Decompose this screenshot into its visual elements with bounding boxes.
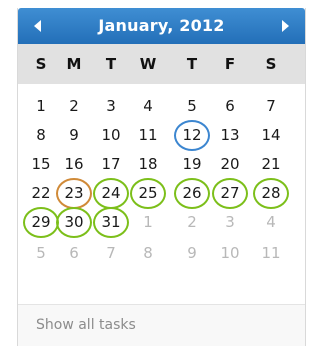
prev-month-button[interactable]	[20, 8, 56, 44]
day-cell[interactable]: 9	[56, 120, 92, 151]
day-cell[interactable]: 27	[212, 178, 248, 209]
day-cell[interactable]: 21	[253, 149, 289, 180]
month-title: January, 2012	[98, 16, 225, 35]
day-cell-other-month[interactable]: 3	[212, 207, 248, 238]
day-cell[interactable]: 22	[23, 178, 59, 209]
weekday-header: W	[139, 55, 157, 73]
day-cell[interactable]: 20	[212, 149, 248, 180]
day-cell[interactable]: 8	[23, 120, 59, 151]
weekday-header-row: SMTWTFS	[18, 44, 305, 84]
day-cell-other-month[interactable]: 11	[253, 238, 289, 269]
weekday-header: T	[105, 55, 117, 73]
day-cell[interactable]: 31	[93, 207, 129, 238]
day-cell-other-month[interactable]: 5	[23, 238, 59, 269]
day-cell[interactable]: 16	[56, 149, 92, 180]
day-cell[interactable]: 1	[23, 91, 59, 122]
day-cell[interactable]: 3	[93, 91, 129, 122]
day-cell[interactable]: 28	[253, 178, 289, 209]
day-cell-other-month[interactable]: 2	[174, 207, 210, 238]
day-grid: 1 2 3 4 5 6 7 8 9 10 11 12 13 14 15 16 17 18 19 20 21 22 23 24 2…	[18, 84, 305, 304]
day-cell[interactable]: 23	[56, 178, 92, 209]
day-cell-other-month[interactable]: 6	[56, 238, 92, 269]
day-cell[interactable]: 13	[212, 120, 248, 151]
day-cell[interactable]: 5	[174, 91, 210, 122]
day-cell[interactable]: 17	[93, 149, 129, 180]
day-cell[interactable]: 6	[212, 91, 248, 122]
day-cell[interactable]: 19	[174, 149, 210, 180]
day-cell[interactable]: 15	[23, 149, 59, 180]
calendar-widget: January, 2012 SMTWTFS 1 2 3 4 5 6 7 8 9 10 11 12 13 1…	[17, 8, 306, 346]
triangle-left-icon	[34, 20, 41, 32]
day-cell-other-month[interactable]: 1	[130, 207, 166, 238]
day-cell-other-month[interactable]: 9	[174, 238, 210, 269]
day-cell[interactable]: 14	[253, 120, 289, 151]
show-all-tasks-link[interactable]: Show all tasks	[36, 305, 136, 345]
calendar-header: January, 2012	[18, 8, 305, 44]
day-cell[interactable]: 4	[130, 91, 166, 122]
day-cell-other-month[interactable]: 7	[93, 238, 129, 269]
day-cell[interactable]: 7	[253, 91, 289, 122]
day-cell[interactable]: 30	[56, 207, 92, 238]
next-month-button[interactable]	[267, 8, 303, 44]
calendar-footer: Show all tasks	[18, 305, 305, 346]
day-cell[interactable]: 24	[93, 178, 129, 209]
day-cell[interactable]: 12	[174, 120, 210, 151]
day-cell[interactable]: 29	[23, 207, 59, 238]
day-cell-other-month[interactable]: 4	[253, 207, 289, 238]
day-cell-other-month[interactable]: 10	[212, 238, 248, 269]
day-cell[interactable]: 26	[174, 178, 210, 209]
triangle-right-icon	[282, 20, 289, 32]
day-cell[interactable]: 18	[130, 149, 166, 180]
weekday-header: S	[265, 55, 277, 73]
day-cell[interactable]: 25	[130, 178, 166, 209]
weekday-header: F	[224, 55, 236, 73]
day-cell-other-month[interactable]: 8	[130, 238, 166, 269]
weekday-header: T	[186, 55, 198, 73]
day-cell[interactable]: 2	[56, 91, 92, 122]
weekday-header: M	[66, 55, 82, 73]
day-cell[interactable]: 10	[93, 120, 129, 151]
day-cell[interactable]: 11	[130, 120, 166, 151]
